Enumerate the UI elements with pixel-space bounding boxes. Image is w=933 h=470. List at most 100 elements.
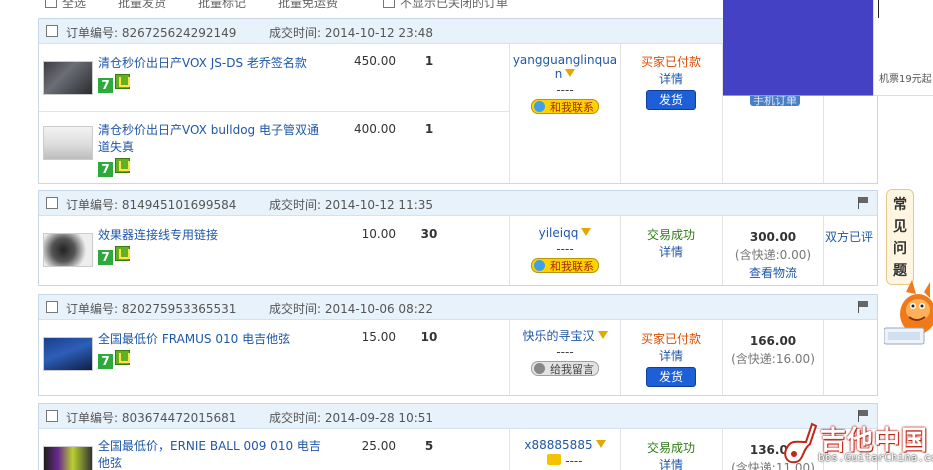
seven-day-return-icon: 7 [98,250,113,265]
contact-me-button[interactable]: 和我联系 [531,258,599,273]
order-item: 清仓秒价出日产VOX JS-DS 老乔签名款 7 450.00 1 [39,44,509,111]
order-checkbox[interactable] [46,25,58,37]
status-text: 买家已付款 [640,55,701,69]
site-watermark: 吉他中国 bbs.GuitarChina.com [780,418,933,470]
service-badges: 7 [98,350,130,369]
seven-day-return-icon: 7 [98,78,113,93]
batch-ship-button[interactable]: 批量发货 [118,0,166,11]
order-number: 订单编号: 814945101699584 [66,198,237,212]
product-thumbnail[interactable] [43,446,93,470]
overlay-popup[interactable] [723,0,873,96]
order-checkbox[interactable] [46,410,58,422]
view-logistics-link[interactable]: 查看物流 [723,264,823,282]
buyer-cell: yileiqq ---- 和我联系 [510,226,620,273]
product-link[interactable]: 全国最低价，ERNIE BALL 009 010 电吉他弦 [98,438,328,470]
leave-message-button[interactable]: 给我留言 [531,361,599,376]
side-ad[interactable]: 机票19元起 [873,0,933,96]
order-status-cell: 交易成功 详情 [621,227,721,261]
order-number: 订单编号: 820275953365531 [66,302,237,316]
detail-link[interactable]: 详情 [621,244,721,261]
service-badges: 7 [98,158,130,177]
flag-icon[interactable] [857,301,870,313]
guarantee-icon [115,246,130,261]
order-card: 订单编号: 814945101699584 成交时间: 2014-10-12 1… [38,190,878,286]
filter-icon[interactable] [565,69,576,77]
seven-day-return-icon: 7 [98,162,113,177]
order-time: 成交时间: 2014-10-12 11:35 [269,198,434,212]
product-link[interactable]: 效果器连接线专用链接 [98,227,328,244]
faq-char: 问 [893,241,907,257]
order-header: 订单编号: 820275953365531 成交时间: 2014-10-06 0… [39,295,877,320]
detail-link[interactable]: 详情 [621,457,721,470]
filter-icon[interactable] [581,228,592,236]
order-item: 效果器连接线专用链接 7 10.00 30 [39,216,509,287]
order-item: 清仓秒价出日产VOX bulldog 电子管双通道失真 7 400.00 1 [39,112,509,185]
amount-cell: 300.00 (含快递:0.00) 查看物流 [723,228,823,282]
status-text: 交易成功 [646,441,695,455]
status-text: 交易成功 [646,228,695,242]
unit-price: 400.00 [354,122,396,136]
buyer-cell: x88885885 ---- [510,438,620,470]
select-all-checkbox[interactable] [45,0,57,8]
order-checkbox[interactable] [46,301,58,313]
buyer-name[interactable]: yileiqq [510,226,620,240]
detail-link[interactable]: 详情 [621,348,721,365]
order-header: 订单编号: 803674472015681 成交时间: 2014-09-28 1… [39,404,877,429]
unit-price: 25.00 [361,439,396,453]
watermark-url: bbs.GuitarChina.com [818,451,933,464]
buyer-cell: yangguanglinquan ---- 和我联系 [510,53,620,114]
select-all-label[interactable]: 全选 [62,0,86,11]
message-icon[interactable] [547,454,562,465]
product-thumbnail[interactable] [43,126,93,160]
shipping-fee: (含快递:16.00) [731,352,815,366]
shipping-fee: (含快递:0.00) [734,248,812,262]
mobile-order-tab[interactable]: 手机订单 [750,96,800,106]
guitar-logo-icon [784,422,818,464]
guarantee-icon [115,74,130,89]
flag-icon[interactable] [857,197,870,209]
unit-price: 450.00 [354,54,396,68]
buyer-name[interactable]: 快乐的寻宝汉 [510,329,620,343]
order-status-cell: 买家已付款 详情 发货 [621,331,721,387]
quantity: 30 [420,227,438,241]
ad-text[interactable]: 机票19元起 [879,70,932,85]
service-badges: 7 [98,74,130,93]
product-link[interactable]: 清仓秒价出日产VOX JS-DS 老乔签名款 [98,55,328,72]
order-number: 订单编号: 826725624292149 [66,26,237,40]
order-header: 订单编号: 814945101699584 成交时间: 2014-10-12 1… [39,191,877,216]
order-time: 成交时间: 2014-09-28 10:51 [269,411,434,425]
filter-icon[interactable] [597,331,608,339]
product-link[interactable]: 全国最低价 FRAMUS 010 电吉他弦 [98,331,328,348]
amount-cell: 166.00 (含快递:16.00) [723,332,823,368]
quantity: 5 [424,439,434,453]
contact-me-button[interactable]: 和我联系 [531,99,599,114]
product-thumbnail[interactable] [43,337,93,371]
order-checkbox[interactable] [46,197,58,209]
buyer-rating: ---- [556,83,574,97]
product-link[interactable]: 清仓秒价出日产VOX bulldog 电子管双通道失真 [98,122,328,156]
batch-free-ship-button[interactable]: 批量免运费 [278,0,338,11]
filter-icon[interactable] [595,440,606,448]
hide-closed-label[interactable]: 不显示已关闭的订单 [400,0,508,11]
faq-char: 常 [893,197,907,213]
product-thumbnail[interactable] [43,233,93,267]
buyer-name[interactable]: yangguanglinquan [510,53,620,81]
hide-closed-checkbox[interactable] [383,0,395,8]
quantity: 1 [424,54,434,68]
order-card: 订单编号: 820275953365531 成交时间: 2014-10-06 0… [38,294,878,396]
product-thumbnail[interactable] [43,61,93,95]
rating-status[interactable]: 双方已评 [825,228,879,245]
ship-button[interactable]: 发货 [646,367,696,387]
status-text: 买家已付款 [640,332,701,346]
detail-link[interactable]: 详情 [621,71,721,88]
guarantee-icon [115,158,130,173]
order-status-cell: 交易成功 详情 [621,440,721,470]
ship-button[interactable]: 发货 [646,90,696,110]
batch-remark-button[interactable]: 批量标记 [198,0,246,11]
total-amount: 166.00 [749,334,797,348]
order-item: 全国最低价 FRAMUS 010 电吉他弦 7 15.00 10 [39,320,509,397]
mascot-icon[interactable] [884,270,933,352]
buyer-name[interactable]: x88885885 [510,438,620,452]
faq-char: 见 [893,219,907,235]
guarantee-icon [115,350,130,365]
